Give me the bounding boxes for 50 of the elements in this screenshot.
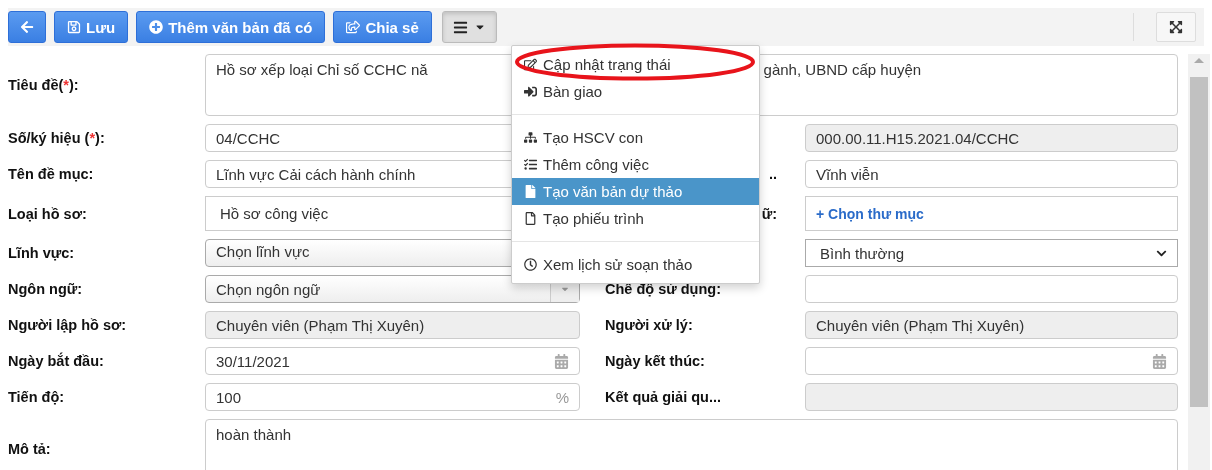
save-icon xyxy=(67,20,81,34)
field-label: Tiến độ: xyxy=(8,389,65,405)
date-field[interactable] xyxy=(805,347,1178,375)
menu-icon xyxy=(452,19,468,35)
calendar-icon xyxy=(554,353,569,369)
title-text: gành, UBND cấp huyện xyxy=(763,61,922,78)
edit-icon xyxy=(524,58,537,71)
back-button[interactable] xyxy=(8,11,46,43)
description-textarea[interactable]: hoàn thành xyxy=(205,419,1178,470)
readonly-field: Chuyên viên (Phạm Thị Xuyên) xyxy=(805,311,1178,339)
field-label: Ngôn ngữ: xyxy=(8,281,83,297)
field-label: Tên đề mục: xyxy=(8,166,94,182)
share-icon xyxy=(346,20,361,34)
readonly-field: 000.00.11.H15.2021.04/CCHC xyxy=(805,124,1178,152)
title-text: Hồ sơ xếp loại Chỉ số CCHC nă xyxy=(216,61,428,78)
dropdown-field[interactable]: Bình thường xyxy=(805,239,1178,267)
scrollbar[interactable] xyxy=(1188,54,1210,470)
field-label: Số/ký hiệu (*): xyxy=(8,130,105,146)
document-icon xyxy=(524,212,537,225)
menu-button[interactable] xyxy=(441,11,497,43)
select-field[interactable]: Chọn ngôn ngữ xyxy=(205,275,580,303)
field-label: Người xử lý: xyxy=(605,317,693,333)
percent-sign: % xyxy=(555,388,570,406)
list-icon xyxy=(524,158,537,171)
field-label: .. xyxy=(768,166,777,182)
field-label: Lĩnh vực: xyxy=(8,245,75,261)
text-field[interactable]: Vĩnh viễn xyxy=(805,160,1178,188)
back-arrow-icon xyxy=(20,20,34,34)
date-field[interactable]: 30/11/2021 xyxy=(205,347,580,375)
document-icon xyxy=(524,185,537,198)
expand-icon xyxy=(1169,20,1183,34)
field-label: ữ: xyxy=(761,205,777,222)
fullscreen-button[interactable] xyxy=(1156,12,1196,42)
field-label: Ngày kết thúc: xyxy=(605,353,705,369)
readonly-field: Chuyên viên (Phạm Thị Xuyên) xyxy=(205,311,580,339)
sitemap-icon xyxy=(524,131,537,144)
field-label: Kết quả giải qu... xyxy=(605,389,721,405)
menu-item[interactable]: Bàn giao xyxy=(512,78,759,105)
menu-item[interactable]: Cập nhật trạng thái xyxy=(512,51,759,78)
calendar-icon xyxy=(1152,353,1167,369)
field-label: Người lập hồ sơ: xyxy=(8,317,127,333)
clock-icon xyxy=(524,258,537,271)
number-field[interactable]: 100 % xyxy=(205,383,580,411)
sign-in-icon xyxy=(524,85,537,98)
field-label: Mô tả: xyxy=(8,441,51,457)
field-label: Chế độ sử dụng: xyxy=(605,281,721,297)
field-label: Ngày bắt đầu: xyxy=(8,353,104,369)
field-label: Tiêu đề(*): xyxy=(8,77,79,93)
text-field[interactable] xyxy=(805,275,1178,303)
field-label: Loại hồ sơ: xyxy=(8,205,87,222)
